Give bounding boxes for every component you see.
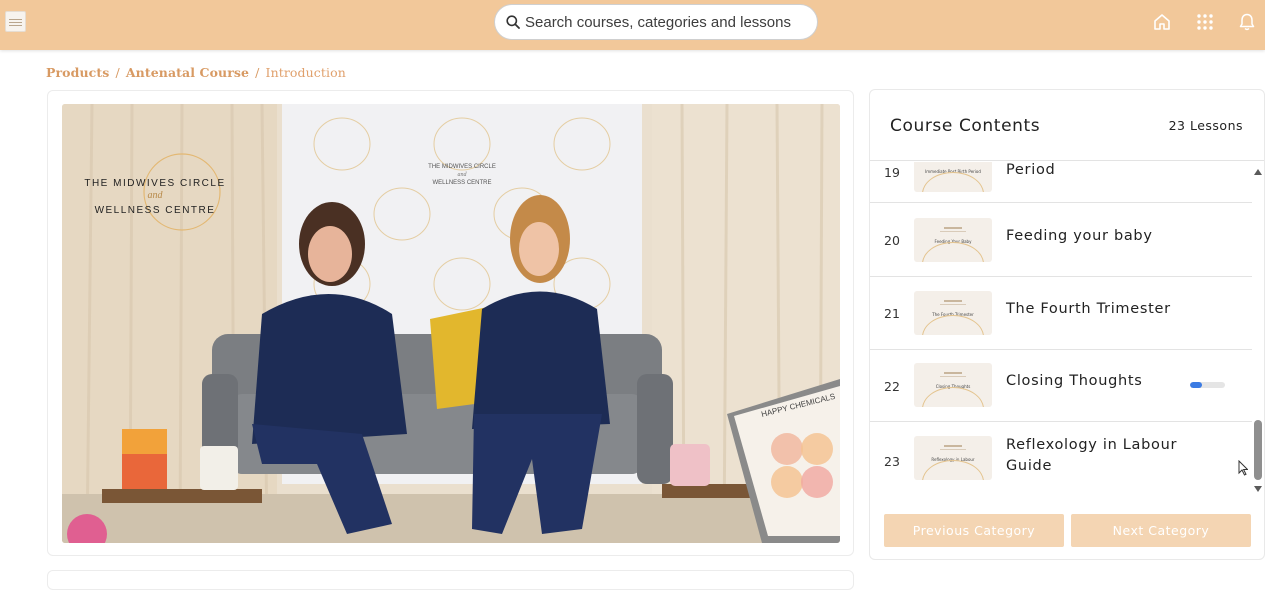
mouse-cursor-icon	[1238, 460, 1248, 476]
lesson-title-line: Reflexology in Labour	[1006, 437, 1178, 453]
home-icon[interactable]	[1152, 12, 1172, 32]
next-category-button[interactable]: Next Category	[1071, 514, 1251, 547]
lesson-thumbnail: Feeding Your Baby	[914, 218, 992, 262]
course-contents-title: Course Contents	[890, 116, 1041, 136]
search-box[interactable]	[494, 4, 818, 40]
search-input[interactable]	[525, 13, 805, 31]
backdrop-brand-text: THE MIDWIVES CIRCLE	[428, 164, 496, 170]
lesson-progress-fill	[1190, 382, 1203, 388]
scrollbar-thumb[interactable]	[1254, 420, 1262, 480]
overlay-logo-text: THE MIDWIVES CIRCLE	[84, 178, 225, 189]
bell-icon[interactable]	[1237, 12, 1257, 32]
breadcrumb: Products / Antenatal Course / Introducti…	[46, 65, 346, 80]
lesson-number: 22	[884, 379, 900, 394]
breadcrumb-antenatal-course[interactable]: Antenatal Course	[126, 65, 249, 80]
lesson-title-line: Guide	[1006, 458, 1053, 474]
lesson-thumbnail: Immediate Post Birth Period	[914, 162, 992, 192]
video-player[interactable]: THE MIDWIVES CIRCLE and WELLNESS CENTRE …	[62, 104, 840, 543]
lesson-item-19[interactable]: 19 Immediate Post Birth Period Period	[870, 162, 1252, 203]
lesson-item-22[interactable]: 22 Closing Thoughts Closing Thoughts	[870, 350, 1252, 422]
course-contents-panel: Course Contents 23 Lessons 19 Immediate …	[869, 89, 1265, 560]
lesson-number: 21	[884, 306, 900, 321]
lesson-thumbnail: Closing Thoughts	[914, 363, 992, 407]
video-card: THE MIDWIVES CIRCLE and WELLNESS CENTRE …	[47, 90, 854, 556]
overlay-logo-text: and	[148, 190, 164, 201]
lesson-item-23[interactable]: 23 Reflexology in Labour Reflexology in …	[870, 422, 1252, 500]
secondary-card	[47, 570, 854, 590]
lesson-count: 23 Lessons	[1168, 118, 1243, 133]
backdrop-brand-text: WELLNESS CENTRE	[432, 180, 491, 186]
video-frame: THE MIDWIVES CIRCLE and WELLNESS CENTRE …	[62, 104, 840, 543]
lesson-title: The Fourth Trimester	[1006, 301, 1171, 317]
lesson-item-20[interactable]: 20 Feeding Your Baby Feeding your baby	[870, 204, 1252, 277]
site-logo[interactable]	[5, 11, 26, 32]
scroll-up-arrow-icon[interactable]	[1254, 169, 1262, 175]
overlay-logo-text: WELLNESS CENTRE	[95, 205, 216, 216]
lesson-thumbnail: Reflexology in Labour	[914, 436, 992, 480]
lesson-title: Period	[1006, 162, 1056, 178]
lesson-list-scrollbar[interactable]	[1251, 162, 1264, 500]
backdrop-brand-text: and	[458, 172, 468, 178]
lesson-thumbnail: The Fourth Trimester	[914, 291, 992, 335]
lesson-item-21[interactable]: 21 The Fourth Trimester The Fourth Trime…	[870, 277, 1252, 350]
breadcrumb-products[interactable]: Products	[46, 65, 109, 80]
lesson-progress-bar	[1190, 382, 1225, 388]
breadcrumb-current: Introduction	[265, 65, 346, 80]
search-icon	[506, 15, 520, 29]
breadcrumb-separator: /	[111, 65, 124, 80]
course-contents-header: Course Contents 23 Lessons	[870, 90, 1264, 161]
lesson-number: 20	[884, 233, 900, 248]
lesson-title: Feeding your baby	[1006, 228, 1153, 244]
scroll-down-arrow-icon[interactable]	[1254, 486, 1262, 492]
lesson-list: 19 Immediate Post Birth Period Period 20…	[870, 162, 1252, 500]
previous-category-button[interactable]: Previous Category	[884, 514, 1064, 547]
lesson-title: Closing Thoughts	[1006, 373, 1143, 389]
breadcrumb-separator: /	[251, 65, 264, 80]
lesson-number: 23	[884, 454, 900, 469]
apps-grid-icon[interactable]	[1195, 12, 1215, 32]
lesson-title: Reflexology in Labour Guide	[1006, 435, 1177, 477]
lesson-number: 19	[884, 165, 900, 180]
top-bar	[0, 0, 1265, 50]
